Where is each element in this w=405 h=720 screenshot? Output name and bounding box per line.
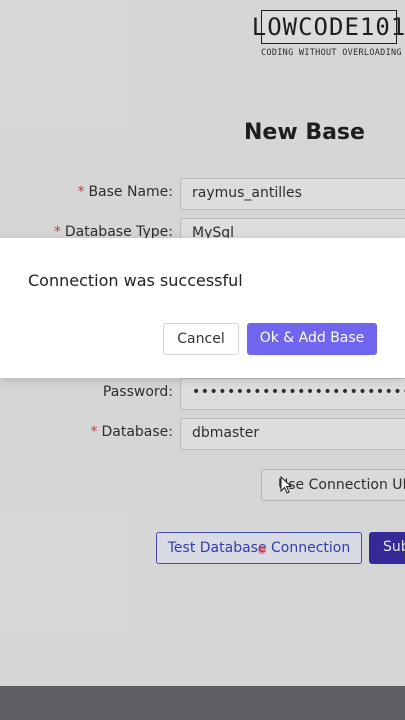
mouse-pointer-icon	[280, 476, 292, 494]
connection-success-dialog: Connection was successful Cancel Ok & Ad…	[0, 238, 405, 378]
new-base-page: LOWCODE101 CODING WITHOUT OVERLOADING Ne…	[0, 0, 405, 720]
cancel-button[interactable]: Cancel	[163, 323, 239, 355]
ok-add-base-button[interactable]: Ok & Add Base	[247, 323, 377, 355]
click-indicator-icon	[258, 546, 266, 554]
bottom-bar	[0, 686, 405, 720]
dialog-message: Connection was successful	[28, 271, 243, 290]
